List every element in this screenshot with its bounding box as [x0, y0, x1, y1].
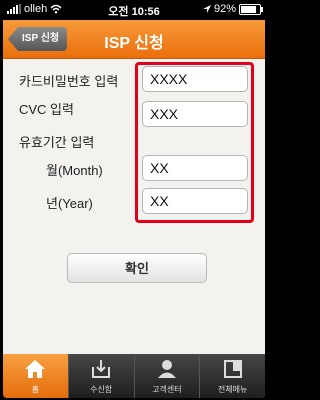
tab-full-menu[interactable]: 전체메뉴 — [199, 354, 265, 398]
app-screen: olleh 오전 10:56 92% ISP 신청 ISP 신청 카드비밀번호 … — [3, 0, 265, 398]
tab-home[interactable]: 홈 — [3, 354, 68, 398]
tab-full-menu-label: 전체메뉴 — [217, 385, 248, 394]
battery-percent: 92% — [213, 3, 236, 15]
page-title: ISP 신청 — [104, 35, 164, 52]
home-icon — [25, 360, 46, 378]
title-bar: ISP 신청 ISP 신청 — [3, 20, 265, 59]
battery-group: 92% — [202, 3, 263, 15]
full-menu-icon — [223, 360, 242, 378]
card-password-label: 카드비밀번호 입력 — [19, 74, 119, 89]
location-icon — [202, 4, 211, 13]
status-bar: olleh 오전 10:56 92% — [3, 0, 265, 20]
expiry-label: 유효기간 입력 — [19, 135, 95, 150]
tab-home-label: 홈 — [31, 385, 40, 394]
inbox-icon — [92, 360, 111, 378]
year-label: 년(Year) — [46, 196, 93, 211]
tab-inbox-label: 수신함 — [90, 385, 113, 394]
tab-customer-center[interactable]: 고객센터 — [133, 354, 200, 398]
month-label: 월(Month) — [46, 163, 103, 178]
tab-bar: 홈 수신함 고객센터 전체메뉴 — [3, 354, 265, 398]
confirm-button[interactable]: 확인 — [67, 253, 207, 283]
tab-inbox[interactable]: 수신함 — [67, 354, 134, 398]
tab-customer-center-label: 고객센터 — [152, 385, 182, 394]
cvc-label: CVC 입력 — [19, 102, 74, 117]
input-highlight-frame — [135, 62, 254, 223]
customer-center-icon — [157, 360, 176, 378]
battery-icon — [239, 3, 263, 15]
